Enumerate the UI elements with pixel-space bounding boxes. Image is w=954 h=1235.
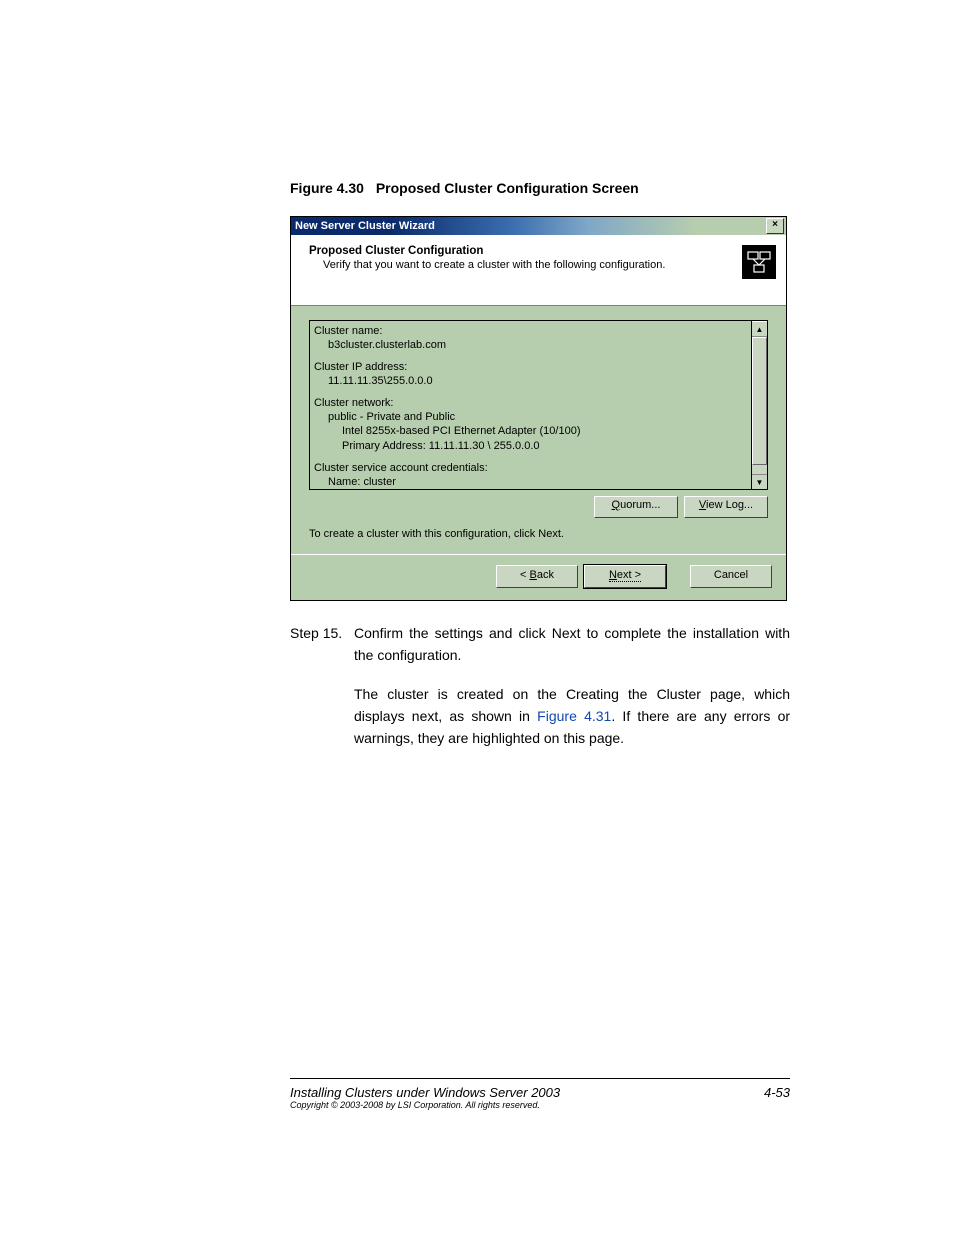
view-log-button[interactable]: View Log...: [684, 496, 768, 518]
wizard-body: Cluster name: b3cluster.clusterlab.com C…: [291, 306, 786, 554]
cluster-adapter-value: Intel 8255x-based PCI Ethernet Adapter (…: [342, 424, 747, 438]
back-button[interactable]: < Back: [496, 565, 578, 588]
wizard-nav-bar: < Back Next > Cancel: [291, 554, 786, 600]
cluster-network-label: Cluster network:: [314, 396, 747, 410]
step-15: Step 15. Confirm the settings and click …: [290, 623, 790, 666]
instruction-text: To create a cluster with this configurat…: [309, 528, 768, 540]
close-button[interactable]: ×: [766, 218, 784, 234]
credentials-password: Password: ***************: [328, 489, 747, 490]
cluster-ip-label: Cluster IP address:: [314, 360, 747, 374]
wizard-header-subtitle: Verify that you want to create a cluster…: [323, 259, 774, 271]
figure-number: Figure 4.30: [290, 180, 364, 196]
credentials-label: Cluster service account credentials:: [314, 461, 747, 475]
scroll-down-button[interactable]: ▼: [752, 474, 767, 489]
cluster-name-label: Cluster name:: [314, 324, 747, 338]
next-button[interactable]: Next >: [584, 565, 666, 588]
cluster-primary-address: Primary Address: 11.11.11.30 \ 255.0.0.0: [342, 439, 747, 453]
config-text-area[interactable]: Cluster name: b3cluster.clusterlab.com C…: [309, 320, 751, 490]
scrollbar[interactable]: ▲ ▼: [751, 320, 768, 490]
wizard-header-title: Proposed Cluster Configuration: [309, 245, 774, 257]
figure-caption: Figure 4.30 Proposed Cluster Configurati…: [290, 180, 790, 196]
titlebar: New Server Cluster Wizard ×: [291, 217, 786, 235]
wizard-dialog: New Server Cluster Wizard × Proposed Clu…: [290, 216, 787, 601]
cluster-network-value: public - Private and Public: [328, 410, 747, 424]
copyright: Copyright © 2003-2008 by LSI Corporation…: [290, 1100, 540, 1110]
cancel-button[interactable]: Cancel: [690, 565, 772, 588]
action-button-row: Quorum... View Log...: [309, 496, 768, 518]
followup-paragraph: The cluster is created on the Creating t…: [354, 684, 790, 749]
chevron-down-icon: ▼: [756, 478, 764, 487]
cluster-name-value: b3cluster.clusterlab.com: [328, 338, 747, 352]
scroll-track[interactable]: [752, 337, 767, 474]
page-footer: Installing Clusters under Windows Server…: [290, 1078, 790, 1100]
config-panel: Cluster name: b3cluster.clusterlab.com C…: [309, 320, 768, 490]
footer-page-number: 4-53: [764, 1085, 790, 1100]
close-icon: ×: [772, 219, 778, 230]
figure-title: Proposed Cluster Configuration Screen: [376, 180, 639, 196]
footer-section-title: Installing Clusters under Windows Server…: [290, 1085, 560, 1100]
wizard-header: Proposed Cluster Configuration Verify th…: [291, 235, 786, 306]
window-title: New Server Cluster Wizard: [295, 220, 435, 232]
cluster-icon: [742, 245, 776, 279]
step-label: Step 15.: [290, 623, 354, 666]
scroll-thumb[interactable]: [752, 337, 767, 465]
chevron-up-icon: ▲: [756, 325, 764, 334]
cluster-ip-value: 11.11.11.35\255.0.0.0: [328, 374, 747, 388]
step-text: Confirm the settings and click Next to c…: [354, 623, 790, 666]
figure-link[interactable]: Figure 4.31: [537, 708, 611, 724]
credentials-name: Name: cluster: [328, 475, 747, 489]
quorum-button[interactable]: Quorum...: [594, 496, 678, 518]
scroll-up-button[interactable]: ▲: [752, 321, 767, 337]
